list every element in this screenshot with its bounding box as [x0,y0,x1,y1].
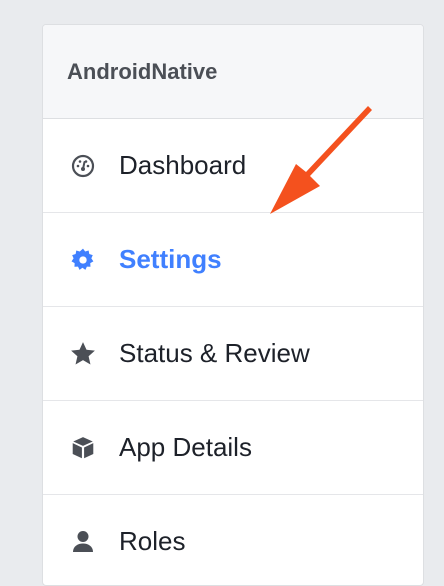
app-name-header[interactable]: AndroidNative [43,25,423,119]
sidebar-item-dashboard[interactable]: Dashboard [43,119,423,213]
gear-icon [69,246,97,274]
app-sidebar: AndroidNative Dashboard Settings Status … [42,24,424,586]
cube-icon [69,434,97,462]
sidebar-item-label: Roles [119,526,186,556]
sidebar-item-settings[interactable]: Settings [43,213,423,307]
sidebar-item-label: Settings [119,244,222,274]
star-icon [69,340,97,368]
sidebar-item-app-details[interactable]: App Details [43,401,423,495]
sidebar-item-roles[interactable]: Roles [43,495,423,585]
gauge-icon [69,152,97,180]
person-icon [69,528,97,556]
app-name: AndroidNative [67,58,218,84]
sidebar-item-label: Dashboard [119,150,247,180]
sidebar-item-label: Status & Review [119,338,310,368]
sidebar-item-status-review[interactable]: Status & Review [43,307,423,401]
sidebar-item-label: App Details [119,432,252,462]
